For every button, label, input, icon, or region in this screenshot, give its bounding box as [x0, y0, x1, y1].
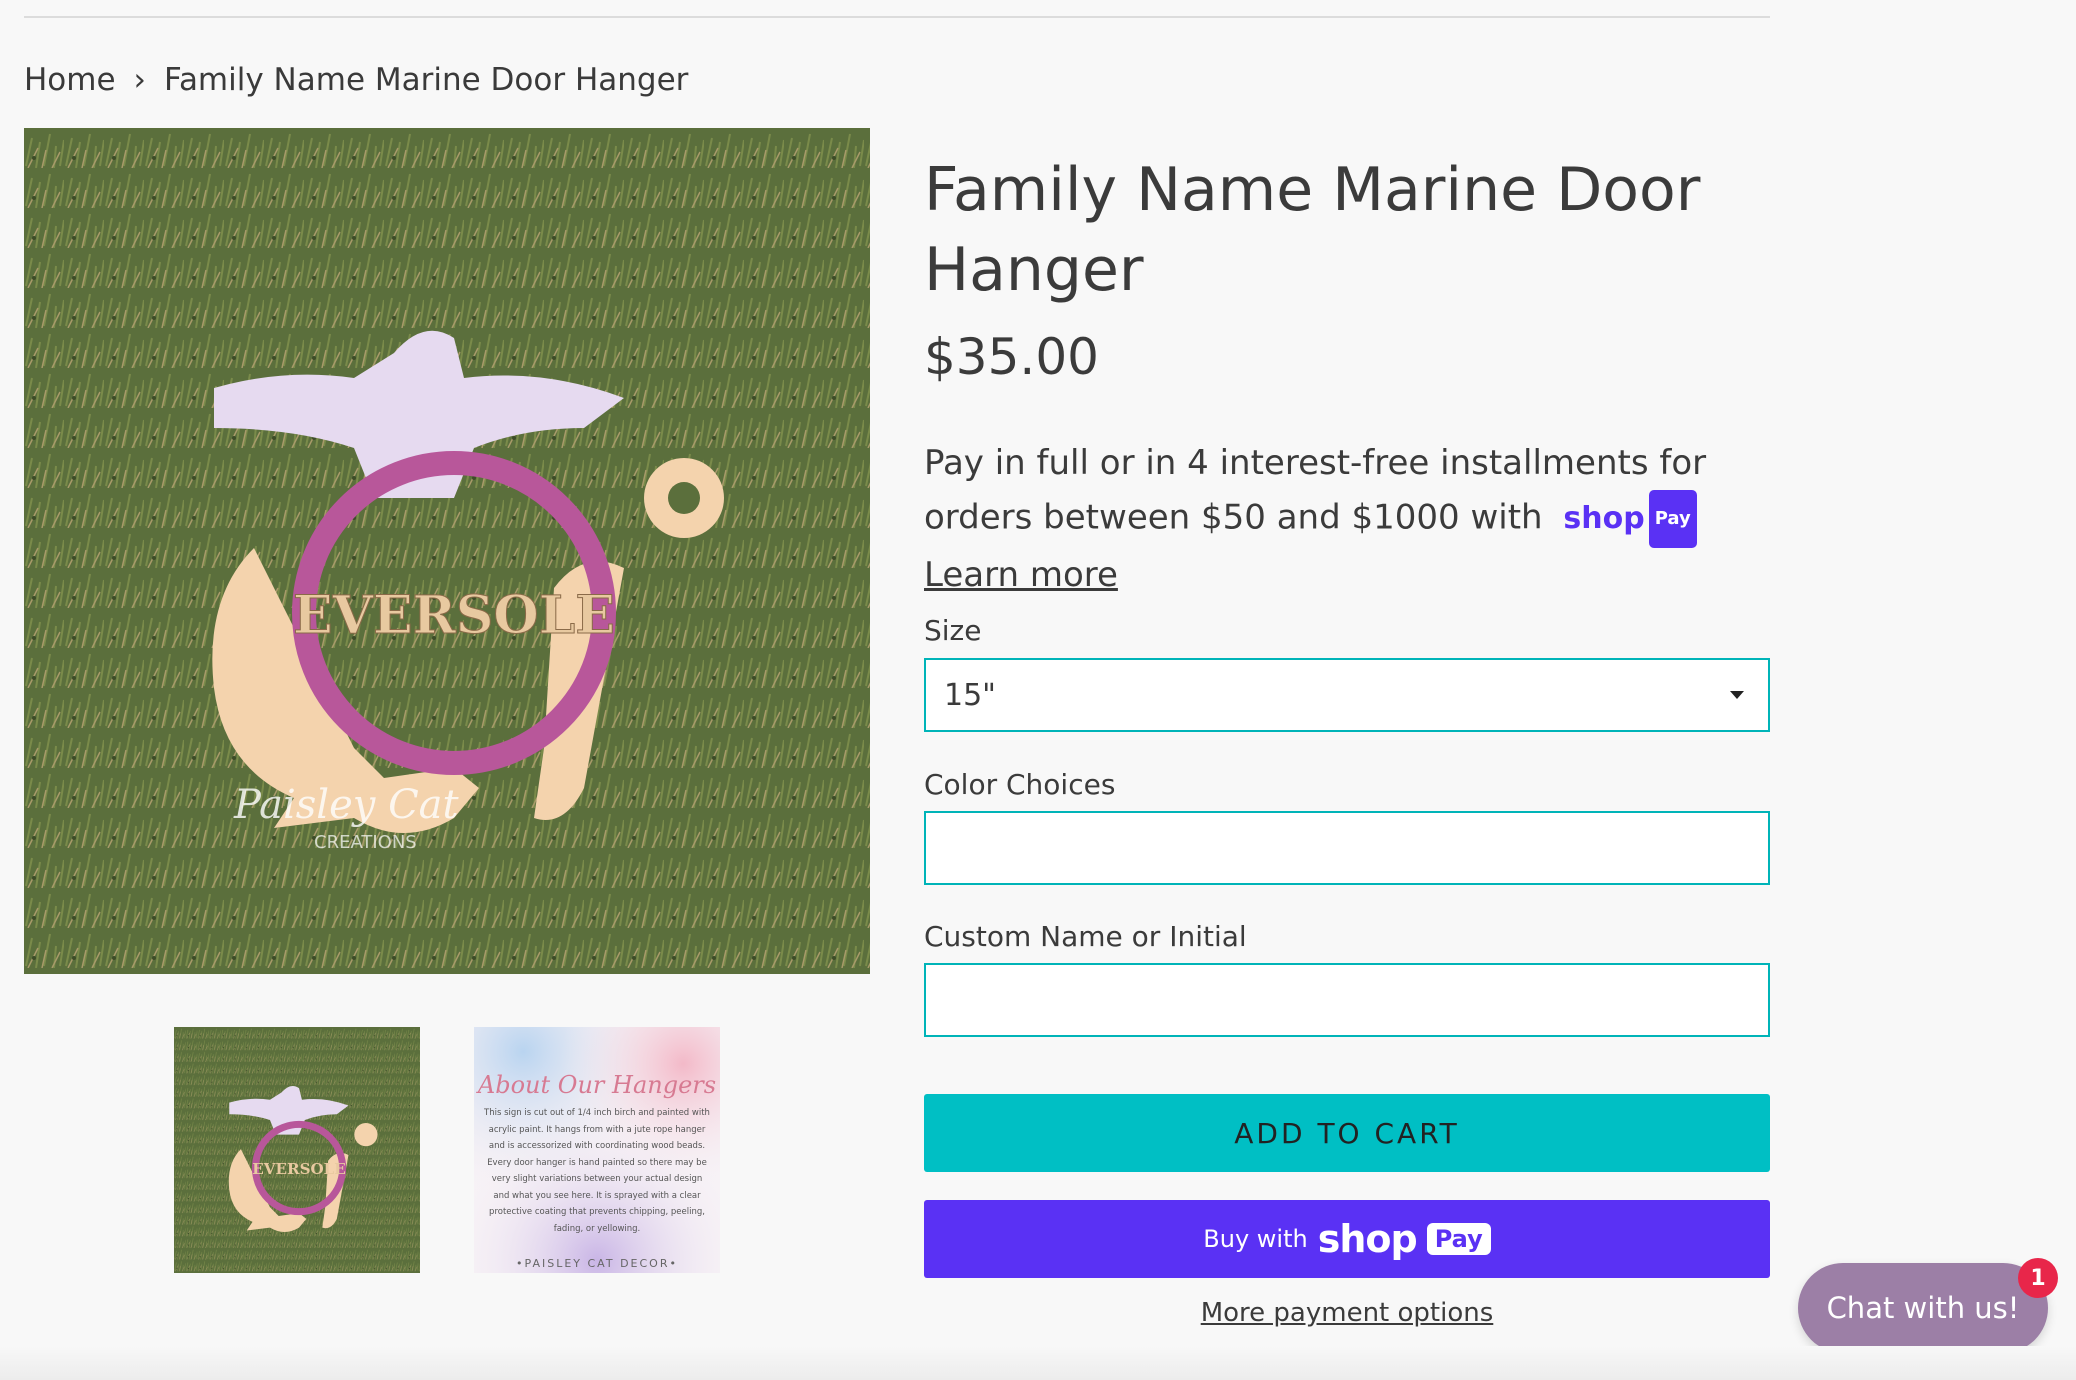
product-thumbnail-1[interactable]: EVERSOLE — [174, 1027, 420, 1273]
buy-shop-wordmark: shop — [1317, 1217, 1418, 1261]
bottom-fade — [0, 1346, 2076, 1380]
color-choices-label: Color Choices — [924, 768, 1116, 801]
add-to-cart-button[interactable]: ADD TO CART — [924, 1094, 1770, 1172]
about-body-text: This sign is cut out of 1/4 inch birch a… — [484, 1108, 710, 1234]
learn-more-link[interactable]: Learn more — [924, 555, 1118, 595]
thumbnail-photo: EVERSOLE — [174, 1027, 420, 1273]
monogram-name-text: EVERSOLE — [293, 585, 615, 646]
product-main-image[interactable]: EVERSOLE Paisley Cat CREATIONS — [24, 128, 870, 974]
product-price: $35.00 — [924, 328, 1099, 386]
chat-notification-badge: 1 — [2018, 1258, 2058, 1298]
product-photo: EVERSOLE Paisley Cat CREATIONS — [24, 128, 870, 974]
header-divider — [24, 16, 1770, 18]
chat-button[interactable]: Chat with us! — [1798, 1263, 2048, 1353]
buy-with-label: Buy with — [1203, 1225, 1308, 1253]
size-label: Size — [924, 614, 982, 647]
more-payment-options-link[interactable]: More payment options — [924, 1298, 1770, 1328]
custom-name-input[interactable] — [924, 963, 1770, 1037]
product-title: Family Name Marine Door Hanger — [924, 155, 1701, 305]
color-choices-input[interactable] — [924, 811, 1770, 885]
buy-with-shoppay-button[interactable]: Buy with shop Pay — [924, 1200, 1770, 1278]
about-footer-text: •PAISLEY CAT DECOR• — [516, 1257, 678, 1270]
custom-name-label: Custom Name or Initial — [924, 920, 1247, 953]
size-select[interactable]: 15" — [924, 658, 1770, 732]
product-thumbnail-2[interactable]: About Our Hangers This sign is cut out o… — [474, 1027, 720, 1273]
thumb-monogram-text: EVERSOLE — [252, 1160, 346, 1178]
size-selected-value: 15" — [944, 677, 996, 713]
breadcrumb-home-link[interactable]: Home — [24, 62, 116, 98]
watermark-subtext: CREATIONS — [314, 832, 417, 853]
shoppay-logo: shop Pay — [1563, 490, 1697, 548]
breadcrumb-separator: › — [133, 62, 146, 98]
breadcrumb-current: Family Name Marine Door Hanger — [163, 62, 689, 98]
chevron-down-icon — [1730, 691, 1744, 699]
installments-info: Pay in full or in 4 interest-free instal… — [924, 436, 1774, 602]
shoppay-logo-shop: shop — [1563, 501, 1645, 536]
watermark-text: Paisley Cat — [233, 782, 460, 828]
chat-button-label: Chat with us! — [1826, 1291, 2020, 1325]
breadcrumb: Home › Family Name Marine Door Hanger — [24, 62, 688, 98]
buy-pay-badge: Pay — [1426, 1223, 1491, 1255]
about-heading-text: About Our Hangers — [476, 1071, 716, 1099]
about-hangers-card: About Our Hangers This sign is cut out o… — [474, 1027, 720, 1273]
shoppay-logo-pay: Pay — [1648, 490, 1697, 548]
